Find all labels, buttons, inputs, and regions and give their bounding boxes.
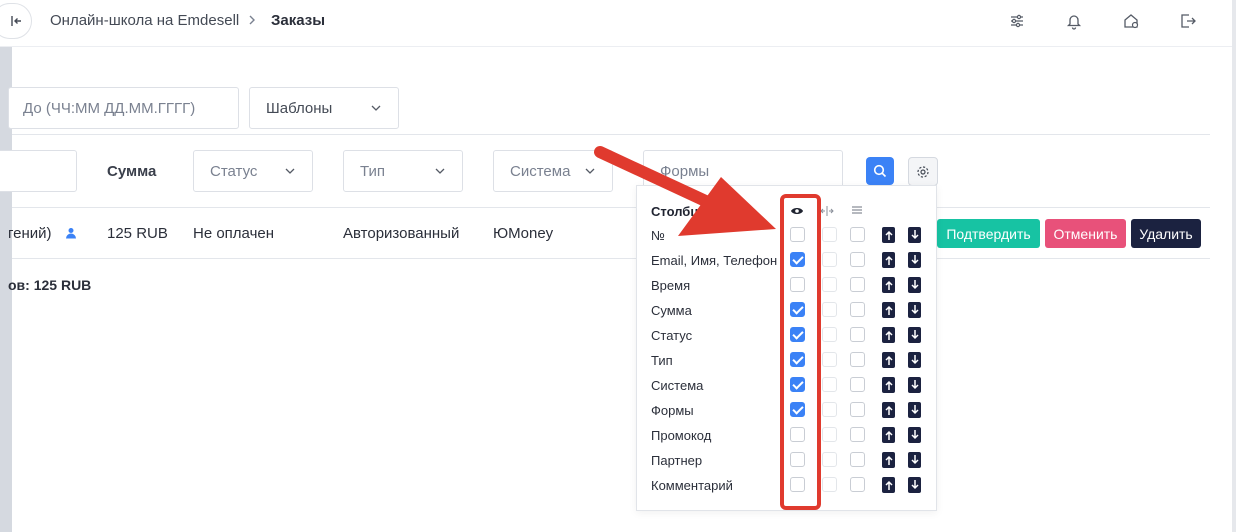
arrow-down-icon: [910, 405, 919, 415]
width-checkbox[interactable]: [822, 452, 837, 467]
move-down-button[interactable]: [908, 402, 921, 418]
cancel-button[interactable]: Отменить: [1045, 219, 1126, 248]
arrow-down-icon: [910, 305, 919, 315]
orders-page: Онлайн-школа на Emdesell Заказы До (ЧЧ:М…: [0, 0, 1236, 532]
arrow-up-icon: [884, 455, 893, 465]
confirm-button[interactable]: Подтвердить: [937, 219, 1040, 248]
move-down-button[interactable]: [908, 477, 921, 493]
move-down-button[interactable]: [908, 252, 921, 268]
move-up-button[interactable]: [882, 252, 895, 268]
align-icon: [852, 206, 862, 214]
arrow-up-icon: [884, 280, 893, 290]
filters-icon[interactable]: [1007, 11, 1027, 31]
wrap-checkbox[interactable]: [850, 327, 865, 342]
arrow-down-icon: [910, 355, 919, 365]
wrap-checkbox[interactable]: [850, 277, 865, 292]
move-down-button[interactable]: [908, 277, 921, 293]
scrollbar[interactable]: [1232, 0, 1236, 532]
move-down-button[interactable]: [908, 352, 921, 368]
move-down-button[interactable]: [908, 302, 921, 318]
bell-icon[interactable]: [1064, 11, 1084, 31]
wrap-checkbox[interactable]: [850, 452, 865, 467]
width-checkbox[interactable]: [822, 477, 837, 492]
column-width-icon: [820, 206, 834, 216]
column-label: Формы: [651, 403, 694, 418]
wrap-checkbox[interactable]: [850, 252, 865, 267]
move-up-button[interactable]: [882, 477, 895, 493]
move-up-button[interactable]: [882, 327, 895, 343]
arrow-up-icon: [884, 430, 893, 440]
home-settings-icon[interactable]: [1121, 11, 1141, 31]
move-up-button[interactable]: [882, 452, 895, 468]
column-label: Тип: [651, 353, 673, 368]
columns-settings-button[interactable]: [908, 157, 938, 186]
wrap-checkbox[interactable]: [850, 402, 865, 417]
arrow-up-icon: [884, 355, 893, 365]
column-label: Сумма: [651, 303, 692, 318]
move-up-button[interactable]: [882, 227, 895, 243]
arrow-down-icon: [910, 380, 919, 390]
arrow-up-icon: [884, 305, 893, 315]
move-down-button[interactable]: [908, 427, 921, 443]
arrow-up-icon: [884, 480, 893, 490]
width-checkbox[interactable]: [822, 302, 837, 317]
arrow-down-icon: [910, 255, 919, 265]
column-label: Время: [651, 278, 691, 293]
column-label: Система: [651, 378, 704, 393]
move-up-button[interactable]: [882, 302, 895, 318]
column-label: Промокод: [651, 428, 712, 443]
wrap-checkbox[interactable]: [850, 377, 865, 392]
width-checkbox[interactable]: [822, 252, 837, 267]
search-icon: [873, 164, 887, 178]
arrow-down-icon: [910, 230, 919, 240]
move-up-button[interactable]: [882, 277, 895, 293]
width-checkbox[interactable]: [822, 227, 837, 242]
arrow-up-icon: [884, 255, 893, 265]
column-label: Комментарий: [651, 478, 733, 493]
annotation-arrow: [594, 146, 776, 236]
wrap-checkbox[interactable]: [850, 477, 865, 492]
width-checkbox[interactable]: [822, 377, 837, 392]
total-summary: ов: 125 RUB: [8, 277, 92, 293]
move-down-button[interactable]: [908, 452, 921, 468]
move-up-button[interactable]: [882, 402, 895, 418]
width-checkbox[interactable]: [822, 327, 837, 342]
move-up-button[interactable]: [882, 377, 895, 393]
move-up-button[interactable]: [882, 352, 895, 368]
arrow-up-icon: [884, 405, 893, 415]
move-up-button[interactable]: [882, 427, 895, 443]
wrap-checkbox[interactable]: [850, 227, 865, 242]
wrap-checkbox[interactable]: [850, 352, 865, 367]
arrow-down-icon: [910, 330, 919, 340]
arrow-down-icon: [910, 455, 919, 465]
arrow-down-icon: [910, 430, 919, 440]
move-down-button[interactable]: [908, 377, 921, 393]
column-label: Статус: [651, 328, 693, 343]
wrap-checkbox[interactable]: [850, 302, 865, 317]
column-label: Партнер: [651, 453, 703, 468]
delete-button[interactable]: Удалить: [1131, 219, 1201, 248]
width-checkbox[interactable]: [822, 427, 837, 442]
gear-icon: [917, 165, 929, 178]
arrow-up-icon: [884, 330, 893, 340]
width-checkbox[interactable]: [822, 402, 837, 417]
width-checkbox[interactable]: [822, 277, 837, 292]
arrow-down-icon: [910, 480, 919, 490]
arrow-up-icon: [884, 230, 893, 240]
arrow-down-icon: [910, 280, 919, 290]
move-down-button[interactable]: [908, 327, 921, 343]
logout-icon[interactable]: [1178, 11, 1198, 31]
search-button[interactable]: [866, 157, 894, 185]
arrow-up-icon: [884, 380, 893, 390]
move-down-button[interactable]: [908, 227, 921, 243]
width-checkbox[interactable]: [822, 352, 837, 367]
wrap-checkbox[interactable]: [850, 427, 865, 442]
